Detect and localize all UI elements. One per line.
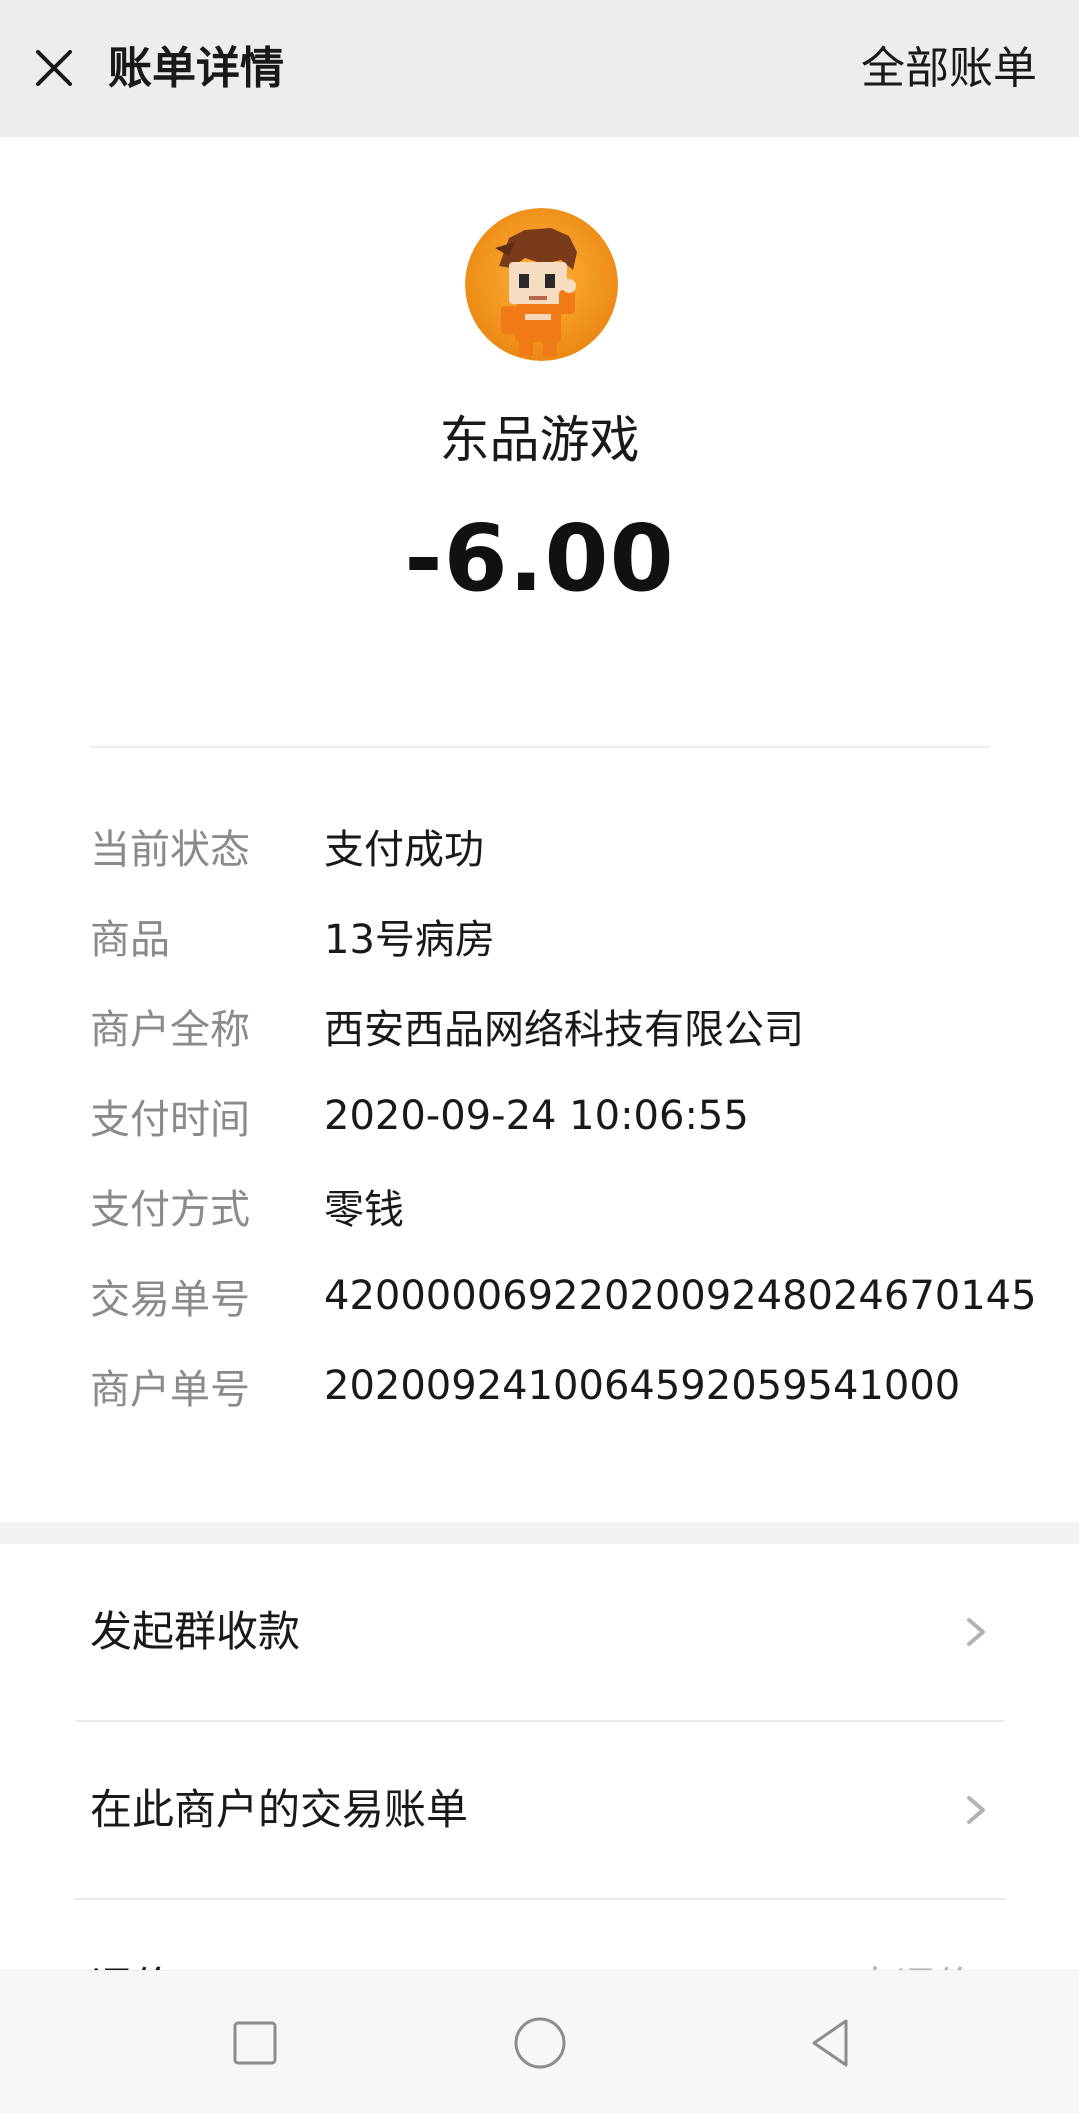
detail-row-merchant: 商户全称 西安西品网络科技有限公司	[90, 996, 1050, 1056]
action-label: 在此商户的交易账单	[90, 1785, 469, 1834]
close-icon	[36, 50, 72, 86]
system-navigation-bar	[0, 1970, 1079, 2113]
detail-label: 商户单号	[90, 1367, 250, 1413]
merchant-name: 东品游戏	[439, 411, 640, 469]
game-character-avatar-icon	[465, 208, 618, 361]
go-rate-label: 去评价	[855, 1954, 975, 1970]
detail-label: 当前状态	[90, 827, 250, 873]
triangle-back-icon	[812, 2019, 848, 2067]
action-label: 发起群收款	[90, 1607, 301, 1656]
detail-row-pay-time: 支付时间 2020-09-24 10:06:55	[90, 1086, 1050, 1146]
detail-row-status: 当前状态 支付成功	[90, 816, 1050, 876]
detail-value[interactable]: 4200000692202009248024670145	[324, 1273, 1037, 1319]
payment-amount: -6.00	[404, 505, 675, 612]
detail-value: 支付成功	[324, 827, 484, 873]
square-recent-apps-icon	[233, 2021, 277, 2065]
detail-row-pay-method: 支付方式 零钱	[90, 1176, 1050, 1236]
detail-label: 交易单号	[90, 1277, 250, 1323]
detail-label: 商户全称	[90, 1007, 250, 1053]
detail-row-merchant-order-id: 商户单号 2020092410064592059541000	[90, 1356, 1050, 1416]
detail-value: 零钱	[324, 1187, 404, 1233]
detail-row-product: 商品 13号病房	[90, 906, 1050, 966]
recent-apps-button[interactable]	[215, 2003, 295, 2083]
detail-label: 支付时间	[90, 1097, 250, 1143]
merchant-avatar	[465, 208, 618, 361]
section-separator	[0, 1522, 1079, 1544]
close-button[interactable]	[22, 36, 86, 100]
detail-label: 商品	[90, 917, 170, 963]
rate-label: 评价	[90, 1954, 174, 1970]
page-title: 账单详情	[108, 43, 284, 94]
header-bar: 账单详情 全部账单	[0, 0, 1079, 137]
chevron-right-icon	[967, 1796, 985, 1824]
detail-row-transaction-id: 交易单号 4200000692202009248024670145	[90, 1266, 1050, 1326]
merchant-bills-button[interactable]: 在此商户的交易账单	[0, 1722, 1079, 1898]
detail-value: 2020-09-24 10:06:55	[324, 1093, 749, 1139]
detail-label: 支付方式	[90, 1187, 250, 1233]
detail-value: 13号病房	[324, 917, 495, 963]
rate-merchant-item[interactable]: 评价 去评价	[0, 1900, 1079, 1970]
circle-home-icon	[514, 2017, 566, 2069]
divider	[90, 746, 990, 748]
home-button[interactable]	[500, 2003, 580, 2083]
all-bills-link[interactable]: 全部账单	[861, 0, 1037, 137]
bill-detail-page: 账单详情 全部账单 东品游戏 -6.00 当前状态 支付成功 商品 13号病房 …	[0, 0, 1079, 2113]
chevron-right-icon	[967, 1618, 985, 1646]
detail-value: 西安西品网络科技有限公司	[324, 1007, 804, 1053]
detail-value[interactable]: 2020092410064592059541000	[324, 1363, 960, 1409]
group-collect-button[interactable]: 发起群收款	[0, 1544, 1079, 1720]
back-button[interactable]	[790, 2003, 870, 2083]
